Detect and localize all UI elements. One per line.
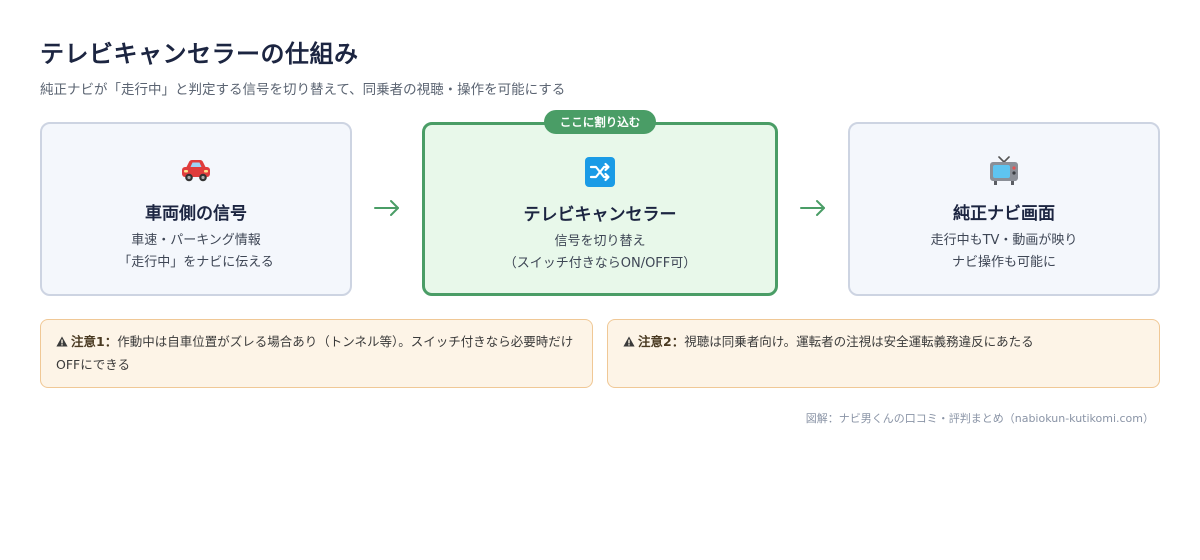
caution-note-2-text: 視聴は同乗者向け。運転者の注視は安全運転義務違反にあたる	[684, 334, 1034, 349]
tv-icon	[850, 156, 1158, 186]
vehicle-signal-box: 車両側の信号 車速・パーキング情報 「走行中」をナビに伝える	[40, 122, 352, 296]
tv-canceller-desc-line-1: 信号を切り替え	[554, 234, 646, 249]
navi-screen-desc-line-1: 走行中もTV・動画が映り	[930, 233, 1078, 248]
warning-icon	[56, 332, 68, 354]
navi-screen-desc-line-2: ナビ操作も可能に	[951, 255, 1056, 270]
caution-note-1-label: 注意1：	[71, 334, 118, 349]
tv-canceller-description: 信号を切り替え （スイッチ付きならON/OFF可）	[425, 231, 775, 275]
page-subtitle: 純正ナビが「走行中」と判定する信号を切り替えて、同乗者の視聴・操作を可能にする	[40, 82, 566, 98]
tv-canceller-box: テレビキャンセラー 信号を切り替え （スイッチ付きならON/OFF可）	[422, 122, 778, 296]
car-icon	[42, 156, 350, 186]
tv-canceller-title: テレビキャンセラー	[523, 205, 677, 225]
shuffle-icon	[425, 157, 775, 187]
interrupt-here-badge: ここに割り込む	[544, 110, 656, 134]
page-title: テレビキャンセラーの仕組み	[40, 40, 359, 68]
flow-arrow-right-icon	[373, 198, 401, 218]
source-credit: 図解：ナビ男くんの口コミ・評判まとめ（nabiokun-kutikomi.com…	[805, 412, 1154, 425]
vehicle-signal-description: 車速・パーキング情報 「走行中」をナビに伝える	[42, 230, 350, 274]
caution-note-2: 注意2：視聴は同乗者向け。運転者の注視は安全運転義務違反にあたる	[607, 319, 1160, 388]
caution-note-1: 注意1：作動中は自車位置がズレる場合あり（トンネル等）。スイッチ付きなら必要時だ…	[40, 319, 593, 388]
navi-screen-box: 純正ナビ画面 走行中もTV・動画が映り ナビ操作も可能に	[848, 122, 1160, 296]
flow-arrow-right-icon	[799, 198, 827, 218]
vehicle-signal-title: 車両側の信号	[145, 204, 247, 224]
warning-icon	[623, 332, 635, 354]
tv-canceller-desc-line-2: （スイッチ付きならON/OFF可）	[503, 256, 697, 271]
caution-note-2-label: 注意2：	[638, 334, 685, 349]
vehicle-signal-desc-line-1: 車速・パーキング情報	[131, 233, 261, 248]
navi-screen-title: 純正ナビ画面	[953, 204, 1055, 224]
navi-screen-description: 走行中もTV・動画が映り ナビ操作も可能に	[850, 230, 1158, 274]
caution-note-1-text: 作動中は自車位置がズレる場合あり（トンネル等）。スイッチ付きなら必要時だけOFF…	[56, 334, 574, 372]
vehicle-signal-desc-line-2: 「走行中」をナビに伝える	[118, 255, 274, 270]
